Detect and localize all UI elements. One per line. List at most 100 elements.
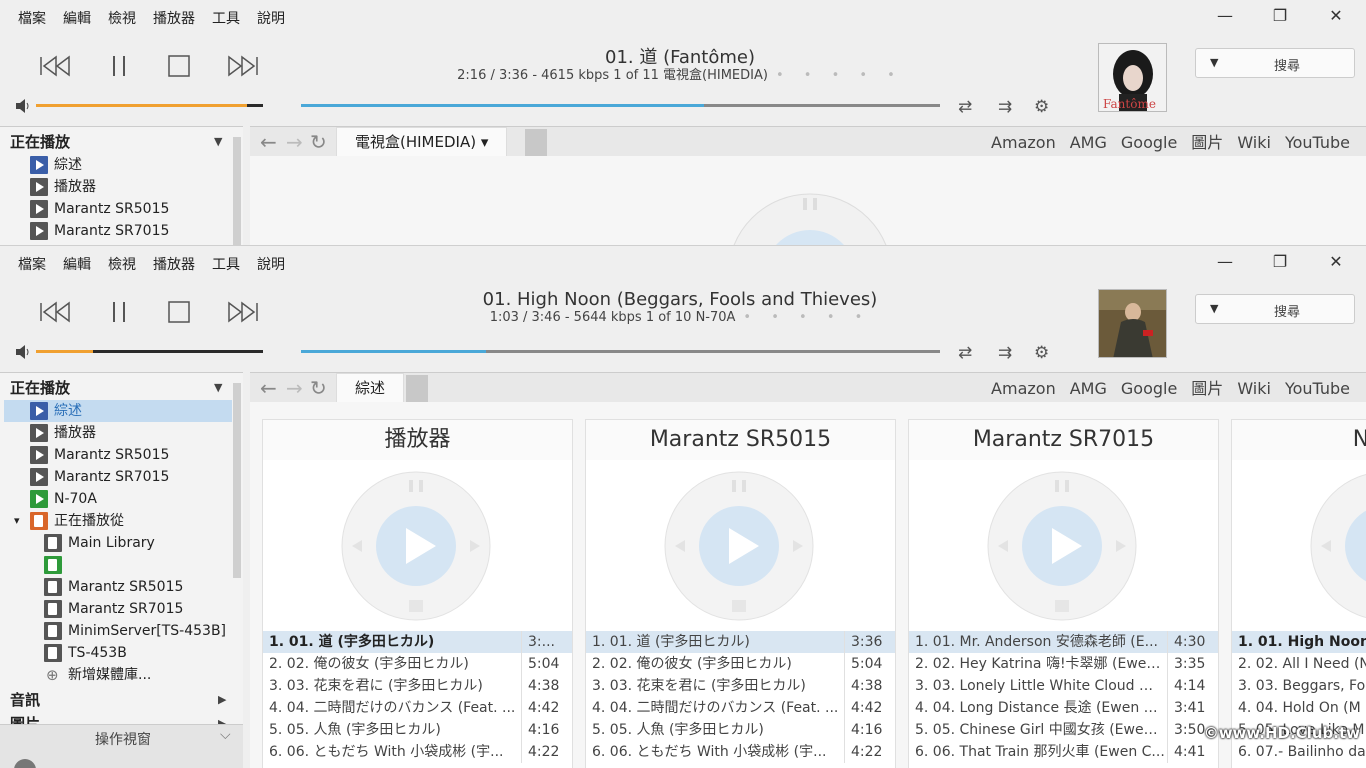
close-icon[interactable]: ✕ [1321, 6, 1351, 25]
volume-slider[interactable] [36, 350, 263, 353]
track-row[interactable]: 5. 05. 人魚 (宇多田ヒカル) 4:16 [586, 719, 895, 741]
maximize-icon[interactable]: ❐ [1265, 6, 1295, 25]
track-row[interactable]: 4. 04. 二時間だけのバカンス (Feat. ... 4:42 [586, 697, 895, 719]
play-disc-icon[interactable] [986, 470, 1138, 622]
search-box[interactable]: ▼ 搜尋 [1195, 48, 1355, 78]
menu-player[interactable]: 播放器 [153, 8, 195, 28]
search-dropdown-icon[interactable]: ▼ [1210, 56, 1218, 69]
track-row[interactable]: 5. 05. Chinese Girl 中國女孩 (Ewen ... 3:50 [909, 719, 1218, 741]
tab-himedia[interactable]: 電視盒(HIMEDIA) ▾ [336, 127, 508, 157]
menu-help[interactable]: 說明 [257, 8, 285, 28]
speaker-icon[interactable] [14, 344, 34, 360]
chevron-right-icon[interactable]: ▶ [218, 693, 226, 706]
track-row[interactable]: 6. 06. ともだち With 小袋成彬 (宇... 4:22 [586, 741, 895, 763]
chevron-down-icon[interactable]: ▼ [214, 381, 222, 394]
next-track-button[interactable] [226, 53, 260, 79]
track-row[interactable]: 1. 01. 道 (宇多田ヒカル) 3:36 [586, 631, 895, 653]
action-window-panel[interactable]: 操作視窗 ⌵ [0, 724, 243, 768]
gear-icon[interactable]: ⚙ [1034, 97, 1049, 117]
track-row[interactable]: 1. 01. Mr. Anderson 安德森老師 (E... 4:30 [909, 631, 1218, 653]
zone-card[interactable]: 播放器 1. 01. 道 (宇多田ヒカル) 3:... 2. 02. 俺の彼女 (宇多… [262, 419, 573, 768]
track-row[interactable]: 6. 06. That Train 那列火車 (Ewen C... 4:41 [909, 741, 1218, 763]
tab-overview[interactable]: 綜述 [336, 373, 405, 403]
menu-help[interactable]: 說明 [257, 254, 285, 274]
expand-arrow-icon[interactable]: ▾ [14, 510, 20, 532]
menu-file[interactable]: 檔案 [18, 254, 46, 274]
menu-tools[interactable]: 工具 [212, 254, 240, 274]
previous-track-button[interactable] [38, 53, 72, 79]
track-row[interactable]: 2. 02. 俺の彼女 (宇多田ヒカル) 5:04 [263, 653, 572, 675]
link-wiki[interactable]: Wiki [1237, 379, 1271, 398]
pause-button[interactable] [102, 53, 136, 79]
track-row[interactable]: 4. 04. 二時間だけのバカンス (Feat. ... 4:42 [263, 697, 572, 719]
track-row[interactable]: 3. 03. Lonely Little White Cloud 孤... 4:1… [909, 675, 1218, 697]
tree-item-playing-from[interactable]: ▾ 正在播放從 [14, 510, 214, 532]
minimize-icon[interactable]: — [1210, 252, 1240, 271]
menu-file[interactable]: 檔案 [18, 8, 46, 28]
album-art[interactable]: Fantôme [1098, 43, 1167, 112]
link-images[interactable]: 圖片 [1191, 133, 1223, 152]
search-dropdown-icon[interactable]: ▼ [1210, 302, 1218, 315]
menu-tools[interactable]: 工具 [212, 8, 240, 28]
chevron-down-icon[interactable]: ▼ [214, 135, 222, 148]
track-row[interactable]: 3. 03. 花束を君に (宇多田ヒカル) 4:38 [586, 675, 895, 697]
track-row[interactable]: 3. 03. 花束を君に (宇多田ヒカル) 4:38 [263, 675, 572, 697]
link-wiki[interactable]: Wiki [1237, 133, 1271, 152]
rating-dots[interactable]: • • • • • [776, 68, 903, 83]
forward-arrow-icon[interactable]: → [286, 376, 303, 400]
back-arrow-icon[interactable]: ← [260, 376, 277, 400]
close-icon[interactable]: ✕ [1321, 252, 1351, 271]
link-images[interactable]: 圖片 [1191, 379, 1223, 398]
track-row[interactable]: 6. 06. ともだち With 小袋成彬 (宇... 4:22 [263, 741, 572, 763]
play-disc-icon[interactable] [340, 470, 492, 622]
zone-card[interactable]: Marantz SR7015 1. 01. Mr. Anderson 安德森老師 … [908, 419, 1219, 768]
pause-button[interactable] [102, 299, 136, 325]
zone-card[interactable]: N-70A 1. 01. High Noon 2. 02. All I Need (… [1231, 419, 1366, 768]
next-track-button[interactable] [226, 299, 260, 325]
track-row[interactable]: 2. 02. 俺の彼女 (宇多田ヒカル) 5:04 [586, 653, 895, 675]
stop-button[interactable] [162, 299, 196, 325]
link-youtube[interactable]: YouTube [1285, 379, 1350, 398]
refresh-icon[interactable]: ↻ [310, 376, 327, 400]
rating-dots[interactable]: • • • • • [743, 310, 870, 325]
track-row[interactable]: 1. 01. 道 (宇多田ヒカル) 3:... [263, 631, 572, 653]
speaker-icon[interactable] [14, 98, 34, 114]
previous-track-button[interactable] [38, 299, 72, 325]
menu-edit[interactable]: 編輯 [63, 254, 91, 274]
link-google[interactable]: Google [1121, 379, 1177, 398]
menu-view[interactable]: 檢視 [108, 8, 136, 28]
repeat-icon[interactable]: ⇄ [958, 343, 972, 363]
caret-down-icon[interactable]: ▾ [481, 133, 489, 151]
tab-stub[interactable] [525, 129, 547, 157]
zone-card[interactable]: Marantz SR5015 1. 01. 道 (宇多田ヒカル) 3:36 2. 02… [585, 419, 896, 768]
seek-bar[interactable] [301, 350, 940, 353]
menu-edit[interactable]: 編輯 [63, 8, 91, 28]
sidebar-scrollbar[interactable] [233, 137, 241, 245]
repeat-icon[interactable]: ⇄ [958, 97, 972, 117]
play-disc-icon[interactable] [663, 470, 815, 622]
play-disc-icon[interactable] [1309, 470, 1366, 622]
menu-player[interactable]: 播放器 [153, 254, 195, 274]
volume-slider[interactable] [36, 104, 263, 107]
tree-item-overview[interactable]: 綜述 [4, 400, 232, 422]
link-amg[interactable]: AMG [1070, 133, 1107, 152]
stop-button[interactable] [162, 53, 196, 79]
link-amazon[interactable]: Amazon [991, 379, 1056, 398]
link-amazon[interactable]: Amazon [991, 133, 1056, 152]
sidebar-header[interactable]: 正在播放 [10, 377, 70, 398]
link-amg[interactable]: AMG [1070, 379, 1107, 398]
link-youtube[interactable]: YouTube [1285, 133, 1350, 152]
chevron-down-icon[interactable]: ⌵ [220, 727, 231, 743]
forward-arrow-icon[interactable]: → [286, 130, 303, 154]
track-row[interactable]: 5. 05. 人魚 (宇多田ヒカル) 4:16 [263, 719, 572, 741]
track-row[interactable]: 2. 02. Hey Katrina 嗨!卡翠娜 (Ewen... 3:35 [909, 653, 1218, 675]
track-row[interactable]: 1. 01. High Noon [1232, 631, 1366, 653]
shuffle-icon[interactable]: ⇉ [998, 343, 1012, 363]
shuffle-icon[interactable]: ⇉ [998, 97, 1012, 117]
menu-view[interactable]: 檢視 [108, 254, 136, 274]
section-audio[interactable]: 音訊 [10, 689, 40, 710]
seek-bar[interactable] [301, 104, 940, 107]
maximize-icon[interactable]: ❐ [1265, 252, 1295, 271]
track-row[interactable]: 6. 07.- Bailinho da [1232, 741, 1366, 763]
track-row[interactable]: 4. 04. Long Distance 長途 (Ewen C... 3:41 [909, 697, 1218, 719]
